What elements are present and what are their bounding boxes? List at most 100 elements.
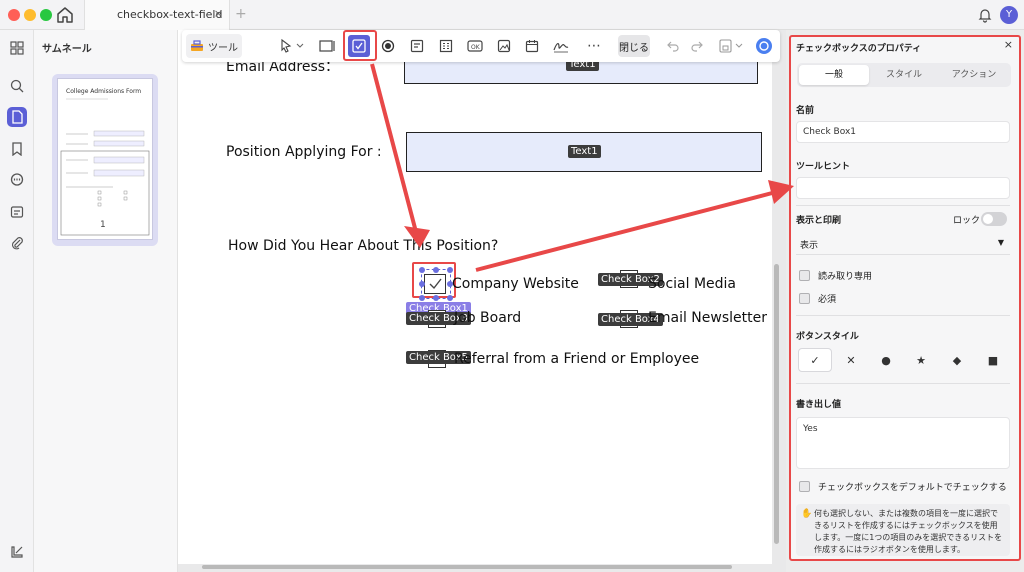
hand-wave-icon: ✋: [801, 509, 813, 519]
ai-assistant-icon[interactable]: [754, 36, 774, 56]
required-checkbox[interactable]: [799, 293, 810, 304]
divider: [796, 315, 1010, 316]
readonly-label: 読み取り専用: [818, 272, 873, 282]
required-label: 必須: [818, 295, 837, 305]
resize-handle[interactable]: [419, 281, 425, 287]
comment-icon[interactable]: [7, 170, 27, 190]
resize-handle[interactable]: [419, 295, 425, 301]
default-check-checkbox[interactable]: [799, 481, 810, 492]
grid-icon[interactable]: [7, 38, 27, 58]
attachment-icon[interactable]: [7, 233, 27, 253]
pages-icon[interactable]: [7, 107, 27, 127]
form-toolbar: ツール OK ⋯ 閉じる: [182, 30, 780, 62]
new-tab-icon[interactable]: +: [235, 6, 247, 22]
vertical-scrollbar[interactable]: [774, 264, 779, 544]
combo-box-tool[interactable]: [407, 36, 427, 56]
style-cross-button[interactable]: ✕: [834, 348, 868, 372]
resize-handle[interactable]: [447, 295, 453, 301]
date-field-tool[interactable]: [522, 36, 542, 56]
calendar-icon: [525, 40, 539, 53]
readonly-row[interactable]: 読み取り専用: [799, 269, 872, 282]
form-icon[interactable]: [7, 202, 27, 222]
redo-icon[interactable]: [689, 36, 705, 56]
radio-icon: [381, 39, 395, 53]
tab-title: checkbox-text-field: [117, 8, 223, 21]
style-circle-button[interactable]: ●: [869, 348, 903, 372]
svg-text:College Admissions Form: College Admissions Form: [66, 88, 141, 95]
option-company-website: Company Website: [452, 276, 579, 292]
undo-icon[interactable]: [665, 36, 681, 56]
select-tool-button[interactable]: [278, 36, 306, 56]
close-window-button[interactable]: [8, 9, 20, 21]
pdf-page[interactable]: Email Address： Text1 Position Applying F…: [178, 30, 772, 564]
bookmark-icon[interactable]: [7, 139, 27, 159]
name-label: 名前: [796, 106, 815, 116]
option-job-board: Job Board: [454, 310, 522, 326]
document-canvas[interactable]: Email Address： Text1 Position Applying F…: [178, 30, 786, 572]
default-check-row[interactable]: チェックボックスをデフォルトでチェックする: [799, 480, 1007, 493]
lock-label: ロック: [953, 216, 981, 226]
position-label: Position Applying For :: [226, 144, 382, 160]
default-check-label: チェックボックスをデフォルトでチェックする: [818, 483, 1007, 493]
properties-title: チェックボックスのプロパティ: [796, 44, 922, 54]
resize-handle[interactable]: [419, 267, 425, 273]
name-input[interactable]: Check Box1: [796, 121, 1010, 143]
tab-action[interactable]: アクション: [939, 65, 1009, 85]
display-select-value: 表示: [800, 241, 819, 251]
left-icon-rail: [0, 30, 34, 572]
close-icon[interactable]: ×: [1004, 38, 1013, 51]
button-style-label: ボタンスタイル: [796, 332, 859, 342]
close-form-editing-button[interactable]: 閉じる: [618, 35, 650, 57]
checkbox-tool-highlight: [343, 30, 377, 61]
horizontal-scrollbar[interactable]: [202, 565, 732, 569]
resize-handle[interactable]: [433, 295, 439, 301]
minimize-window-button[interactable]: [24, 9, 36, 21]
tab-close-icon[interactable]: ×: [214, 7, 223, 20]
display-select[interactable]: 表示 ▼: [796, 233, 1010, 255]
style-square-button[interactable]: ■: [976, 348, 1010, 372]
export-value-input[interactable]: Yes: [796, 417, 1010, 469]
lock-toggle[interactable]: [981, 212, 1007, 226]
avatar[interactable]: Y: [1000, 6, 1018, 24]
hint-box: ✋ 何も選択しない、または複数の項目を一度に選択できるリストを作成するにはチェッ…: [796, 504, 1010, 556]
option-email-newsletter: Email Newsletter: [648, 310, 767, 326]
zoom-window-button[interactable]: [40, 9, 52, 21]
thumbnail-page-number: 1: [100, 220, 106, 230]
option-social-media: Social Media: [648, 276, 737, 292]
bell-icon[interactable]: [977, 7, 993, 23]
home-icon[interactable]: [55, 5, 75, 25]
style-star-button[interactable]: ★: [904, 348, 938, 372]
search-icon[interactable]: [7, 76, 27, 96]
resize-handle[interactable]: [433, 267, 439, 273]
resize-handle[interactable]: [447, 267, 453, 273]
image-field-tool[interactable]: [494, 36, 514, 56]
radio-button-tool[interactable]: [378, 36, 398, 56]
hint-text: 何も選択しない、または複数の項目を一度に選択できるリストを作成するにはチェックボ…: [814, 509, 1003, 554]
divider: [796, 205, 1010, 206]
tooltip-label: ツールヒント: [796, 162, 851, 172]
required-row[interactable]: 必須: [799, 292, 836, 305]
style-diamond-button[interactable]: ◆: [940, 348, 974, 372]
signature-tool[interactable]: [551, 36, 571, 56]
thumbnail-preview: College Admissions Form: [57, 78, 153, 240]
checkbox-properties-panel: チェックボックスのプロパティ × 一般 スタイル アクション 名前 Check …: [789, 35, 1021, 561]
save-icon[interactable]: [718, 36, 746, 56]
thumbnail-panel-title: サムネール: [42, 44, 92, 55]
text-field-tool-button[interactable]: [318, 36, 338, 56]
button-style-bar: ✓ ✕ ● ★ ◆ ■: [796, 348, 1010, 372]
thumbnail-panel: サムネール College Admissions Form 1: [34, 30, 178, 572]
readonly-checkbox[interactable]: [799, 270, 810, 281]
tab-general[interactable]: 一般: [799, 65, 869, 85]
layers-icon[interactable]: [7, 542, 27, 562]
list-box-tool[interactable]: [436, 36, 456, 56]
more-options-icon[interactable]: ⋯: [584, 36, 604, 56]
tab-style[interactable]: スタイル: [869, 65, 939, 85]
tooltip-input[interactable]: [796, 177, 1010, 199]
svg-text:OK: OK: [471, 44, 481, 51]
style-check-button[interactable]: ✓: [798, 348, 832, 372]
chevron-down-icon: ▼: [997, 238, 1004, 247]
tool-menu-button[interactable]: ツール: [186, 34, 242, 58]
button-tool[interactable]: OK: [465, 36, 485, 56]
divider: [796, 383, 1010, 384]
document-tab[interactable]: checkbox-text-field ×: [84, 0, 230, 30]
